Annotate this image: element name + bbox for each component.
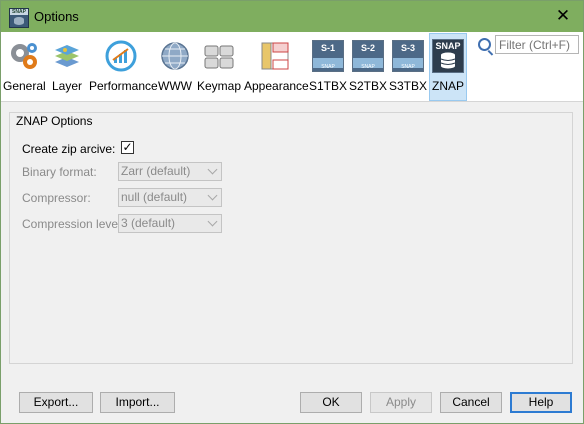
globe-icon (159, 40, 191, 72)
category-appearance[interactable]: Appearance (244, 32, 309, 101)
category-s3tbx[interactable]: S-3 SNAP S3TBX (389, 32, 427, 101)
search-icon (478, 38, 491, 51)
import-button[interactable]: Import... (100, 392, 175, 413)
s3-icon: S-3 SNAP (392, 40, 424, 72)
cancel-button[interactable]: Cancel (440, 392, 502, 413)
compression-level-select[interactable]: 3 (default) (118, 214, 222, 233)
app-icon-text: SNAP (10, 9, 28, 15)
category-label: Performance (89, 79, 158, 93)
group-title: ZNAP Options (14, 114, 95, 128)
compression-level-label: Compression level: (22, 217, 125, 231)
binary-format-label: Binary format: (22, 165, 97, 179)
category-performance[interactable]: Performance (89, 32, 158, 101)
appearance-icon (259, 40, 291, 72)
binary-format-value: Zarr (default) (121, 164, 191, 178)
category-label: Layer (51, 79, 83, 93)
category-www[interactable]: WWW (157, 32, 193, 101)
chevron-down-icon (207, 164, 218, 175)
filter-input[interactable] (495, 35, 579, 54)
category-label: Appearance (244, 79, 309, 93)
chevron-down-icon (207, 190, 218, 201)
s2-icon: S-2 SNAP (352, 40, 384, 72)
speedometer-icon (105, 40, 137, 72)
category-s1tbx[interactable]: S-1 SNAP S1TBX (309, 32, 347, 101)
category-label: S1TBX (309, 79, 348, 93)
create-zip-checkbox[interactable]: ✓ (121, 141, 134, 154)
category-layer[interactable]: Layer (49, 32, 85, 101)
title-bar: SNAP Options ✕ (1, 1, 583, 32)
export-button[interactable]: Export... (19, 392, 93, 413)
category-label: S2TBX (349, 79, 388, 93)
checkmark-icon: ✓ (122, 140, 133, 154)
create-zip-label: Create zip arcive: (22, 142, 116, 156)
help-button[interactable]: Help (510, 392, 572, 413)
window-title: Options (34, 9, 79, 24)
compression-level-value: 3 (default) (121, 216, 176, 230)
s1-icon: S-1 SNAP (312, 40, 344, 72)
category-general[interactable]: General (3, 32, 46, 101)
category-label: General (3, 79, 46, 93)
category-s2tbx[interactable]: S-2 SNAP S2TBX (349, 32, 387, 101)
options-dialog: SNAP Options ✕ General Layer Performance… (0, 0, 584, 424)
chevron-down-icon (207, 216, 218, 227)
keyboard-icon (203, 40, 235, 72)
category-label: S3TBX (389, 79, 428, 93)
category-label: Keymap (197, 79, 242, 93)
znap-database-icon: SNAP (432, 39, 464, 73)
gears-icon (8, 40, 40, 72)
category-znap[interactable]: SNAP ZNAP (429, 32, 467, 101)
compressor-select[interactable]: null (default) (118, 188, 222, 207)
category-label: ZNAP (431, 79, 464, 93)
apply-button[interactable]: Apply (370, 392, 432, 413)
layers-icon (51, 40, 83, 72)
binary-format-select[interactable]: Zarr (default) (118, 162, 222, 181)
compressor-value: null (default) (121, 190, 188, 204)
category-label: WWW (158, 79, 192, 93)
close-icon[interactable]: ✕ (553, 6, 573, 26)
category-toolbar: General Layer Performance WWW Keymap App… (1, 32, 583, 102)
category-keymap[interactable]: Keymap (197, 32, 241, 101)
ok-button[interactable]: OK (300, 392, 362, 413)
compressor-label: Compressor: (22, 191, 91, 205)
snap-app-icon: SNAP (9, 8, 29, 28)
